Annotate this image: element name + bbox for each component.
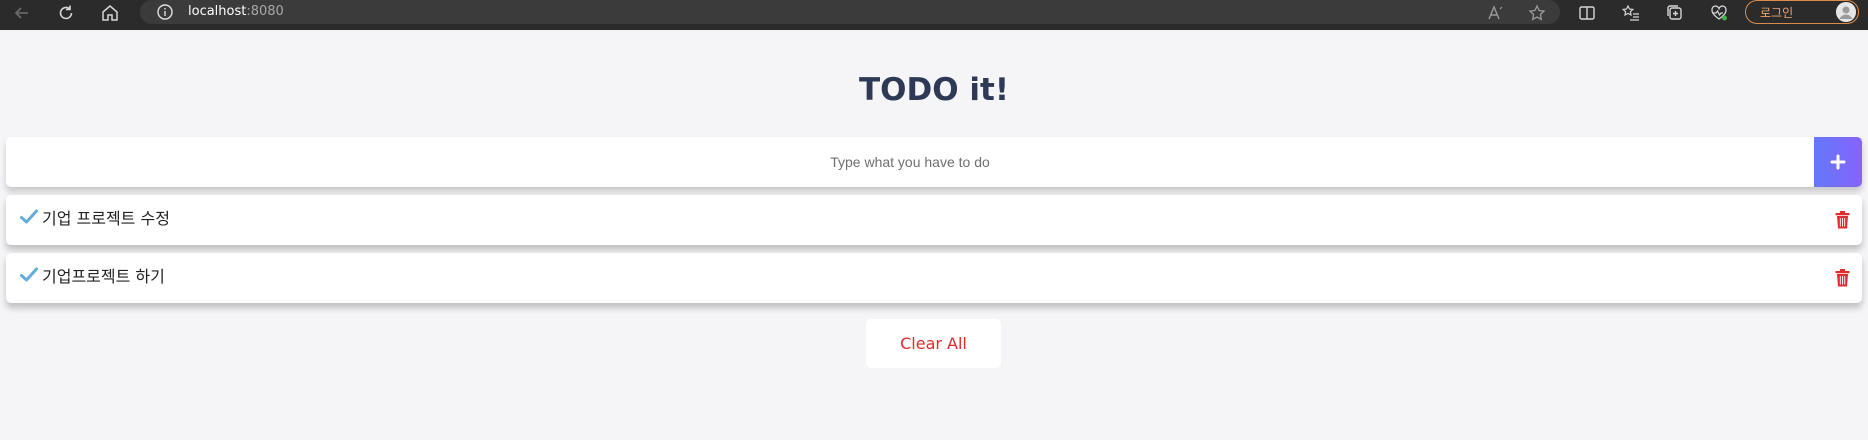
todo-input-container — [6, 137, 1862, 187]
check-icon[interactable] — [20, 209, 38, 225]
read-aloud-icon[interactable] — [1484, 2, 1506, 24]
add-todo-button[interactable] — [1814, 137, 1862, 187]
check-icon[interactable] — [20, 267, 38, 283]
page-title: TODO it! — [859, 72, 1009, 108]
health-heart-icon[interactable] — [1708, 2, 1730, 24]
clear-all-button[interactable]: Clear All — [866, 319, 1001, 368]
back-arrow-icon[interactable] — [10, 1, 34, 25]
plus-icon — [1830, 154, 1846, 170]
collections-icon[interactable] — [1664, 2, 1686, 24]
favorite-star-icon[interactable] — [1526, 2, 1548, 24]
trash-icon[interactable] — [1835, 211, 1850, 229]
refresh-icon[interactable] — [54, 1, 78, 25]
todo-input[interactable] — [6, 137, 1814, 187]
address-bar[interactable]: localhost:8080 — [140, 0, 1560, 24]
todo-item: 기업 프로젝트 수정 — [6, 195, 1862, 245]
info-icon[interactable] — [156, 3, 174, 21]
todo-text: 기업프로젝트 하기 — [42, 267, 165, 286]
todo-text: 기업 프로젝트 수정 — [42, 209, 170, 228]
trash-icon[interactable] — [1835, 269, 1850, 287]
favorites-list-icon[interactable] — [1620, 2, 1642, 24]
browser-toolbar: localhost:8080 로그인 ··· — [0, 0, 1868, 30]
home-icon[interactable] — [98, 1, 122, 25]
more-icon[interactable]: ··· — [1836, 4, 1854, 23]
todo-item: 기업프로젝트 하기 — [6, 253, 1862, 303]
url-text[interactable]: localhost:8080 — [188, 3, 284, 21]
url-host: localhost — [188, 4, 247, 19]
login-label: 로그인 — [1760, 5, 1794, 20]
split-screen-icon[interactable] — [1576, 2, 1598, 24]
url-port: :8080 — [246, 4, 284, 19]
